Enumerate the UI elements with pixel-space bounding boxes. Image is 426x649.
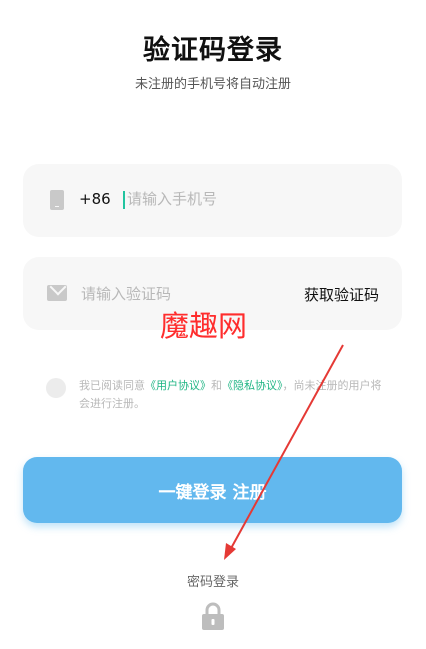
phone-field[interactable]: +86 (23, 164, 402, 237)
one-click-login-button[interactable]: 一键登录 注册 (23, 457, 402, 523)
user-agreement-link[interactable]: 《用户协议》 (145, 379, 211, 392)
privacy-agreement-link[interactable]: 《隐私协议》 (222, 379, 283, 392)
agreement-and: 和 (211, 379, 222, 392)
lock-icon[interactable] (201, 601, 225, 631)
agreement-prefix: 我已阅读同意 (79, 379, 145, 392)
text-cursor (123, 191, 125, 209)
page-subtitle: 未注册的手机号将自动注册 (134, 77, 291, 92)
country-code[interactable]: +86 (79, 190, 111, 208)
agree-checkbox[interactable] (46, 378, 66, 398)
watermark: 魔趣网 (160, 309, 248, 343)
password-login-link[interactable]: 密码登录 (0, 571, 426, 590)
phone-input[interactable] (127, 184, 367, 214)
phone-icon (50, 190, 64, 210)
mail-icon (47, 285, 67, 301)
agreement-text: 我已阅读同意《用户协议》和《隐私协议》，尚未注册的用户将会进行注册。 (79, 377, 384, 413)
page-title: 验证码登录 (143, 35, 283, 66)
get-code-button[interactable]: 获取验证码 (304, 284, 379, 305)
